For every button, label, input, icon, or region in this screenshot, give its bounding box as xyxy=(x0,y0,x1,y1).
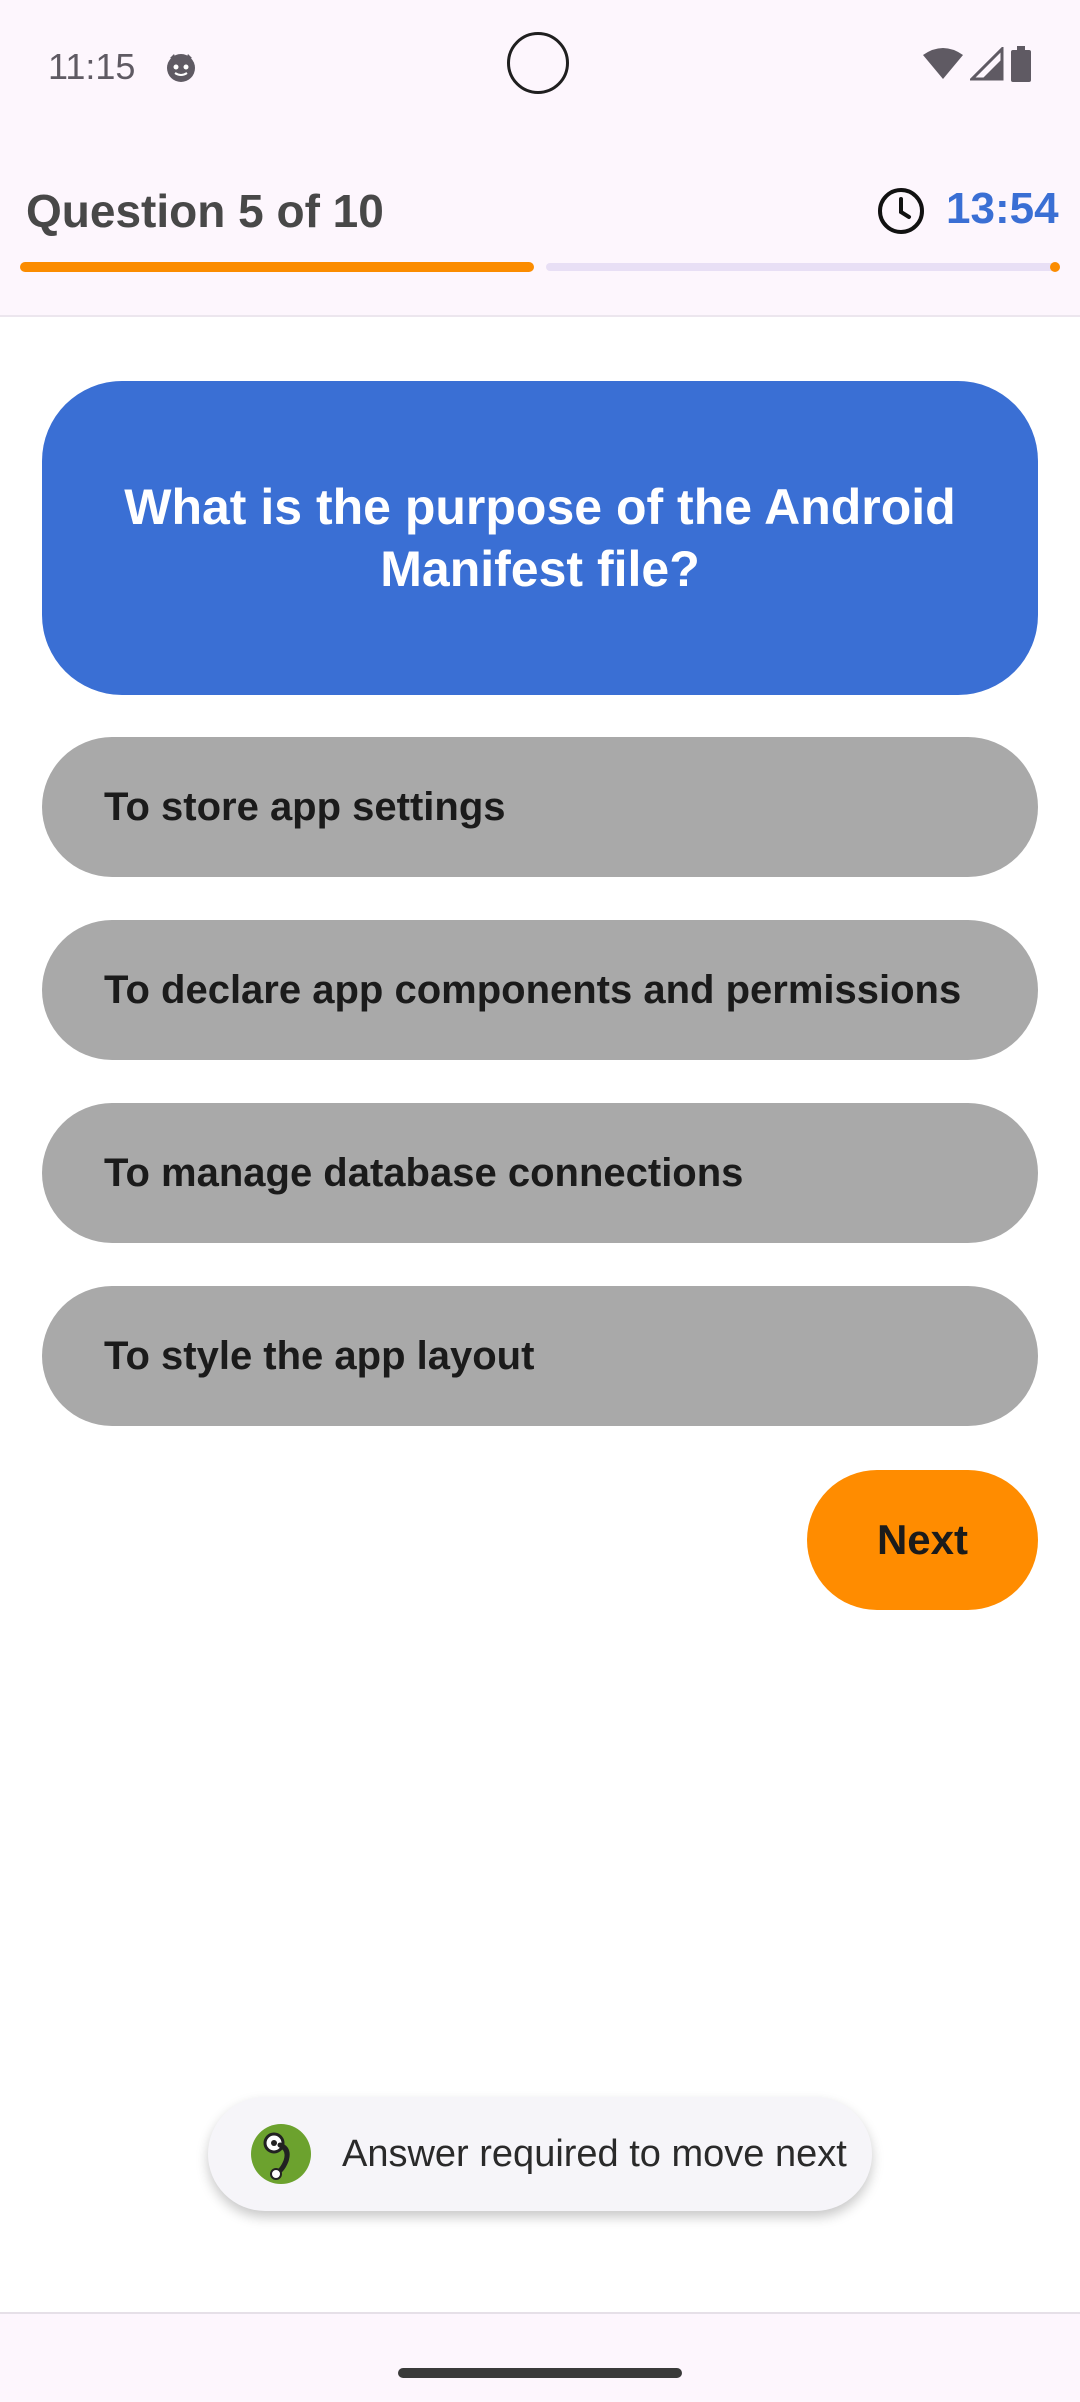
app-logo-icon xyxy=(251,2124,311,2184)
battery-icon xyxy=(1011,46,1031,82)
answer-option-2[interactable]: To declare app components and permission… xyxy=(42,920,1038,1060)
home-gesture-handle[interactable] xyxy=(398,2368,682,2378)
camera-cutout xyxy=(507,32,569,94)
wifi-icon xyxy=(923,48,963,79)
signal-icon xyxy=(970,47,1004,81)
answer-option-3[interactable]: To manage database connections xyxy=(42,1103,1038,1243)
progress-end-dot xyxy=(1050,262,1060,272)
question-counter: Question 5 of 10 xyxy=(26,185,384,237)
timer-value: 13:54 xyxy=(946,184,1059,233)
answer-option-1[interactable]: To store app settings xyxy=(42,737,1038,877)
toast-text: Answer required to move next xyxy=(342,2132,847,2175)
system-nav-bar xyxy=(0,2312,1080,2402)
status-icons xyxy=(922,46,1032,82)
progress-track xyxy=(546,263,1060,271)
quiz-header: Question 5 of 10 13:54 xyxy=(0,130,1080,315)
clock-icon xyxy=(878,188,924,234)
question-card: What is the purpose of the Android Manif… xyxy=(42,381,1038,695)
status-time: 11:15 xyxy=(48,46,136,87)
quiz-content: What is the purpose of the Android Manif… xyxy=(0,315,1080,2312)
notification-face-icon xyxy=(167,54,195,82)
answer-option-4[interactable]: To style the app layout xyxy=(42,1286,1038,1426)
status-bar: 11:15 xyxy=(0,0,1080,130)
toast-message: Answer required to move next xyxy=(208,2097,872,2211)
progress-fill xyxy=(20,262,534,272)
progress-bar xyxy=(20,262,1060,274)
next-button[interactable]: Next xyxy=(807,1470,1038,1610)
